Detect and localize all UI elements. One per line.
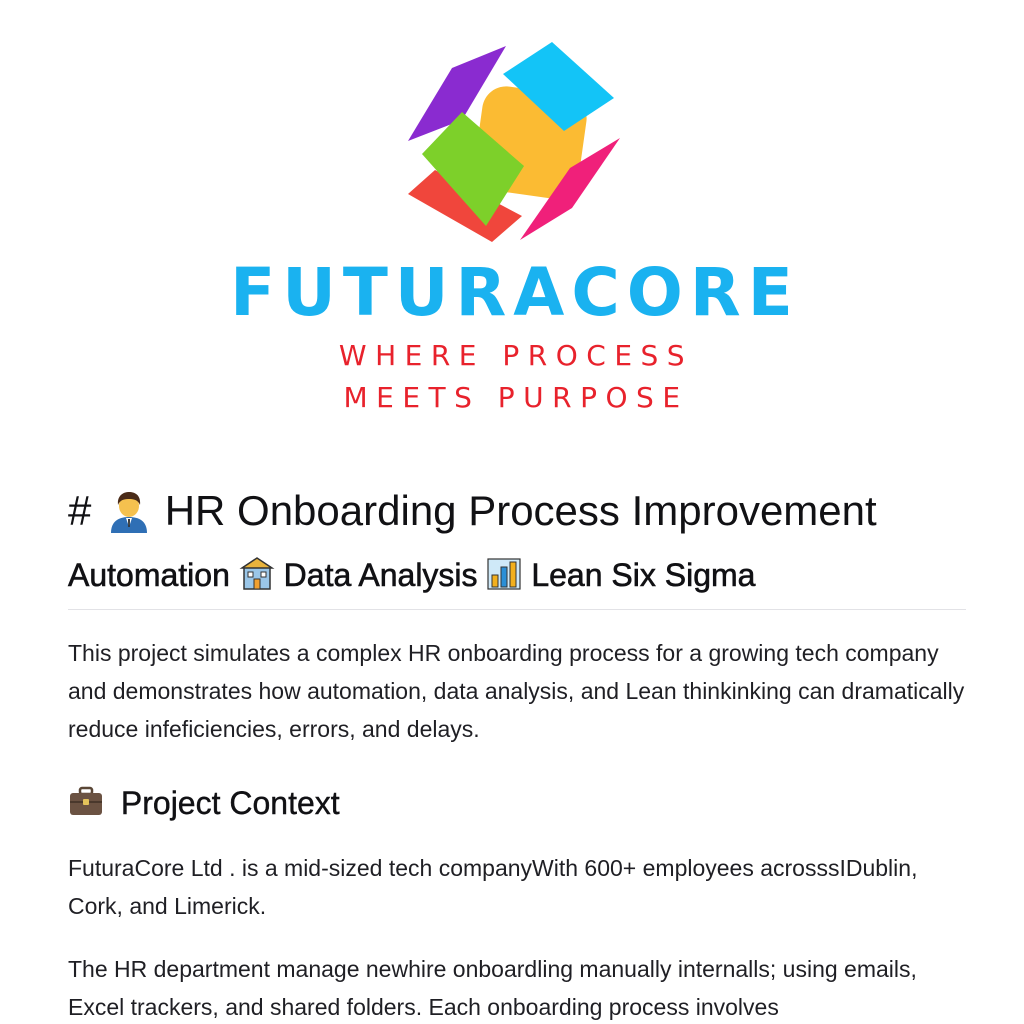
subtitle-automation: Automation [68,557,230,594]
page-subtitle: Automation Data Analysis Lean Six Sigma [68,553,968,597]
person-office-worker-icon [111,492,148,533]
building-icon [239,557,275,590]
heading-divider [68,609,966,610]
markdown-hash: # [68,487,92,534]
tagline-line-1: WHERE PROCESS [338,339,694,372]
subtitle-data-analysis: Data Analysis [283,557,478,594]
subtitle-lean-six-sigma: Lean Six Sigma [531,557,756,594]
section-heading-project-context: Project Context [68,781,968,825]
brand-wordmark: FUTURACORE [230,254,800,331]
bar-chart-icon [487,558,522,590]
intro-paragraph: This project simulates a complex HR onbo… [68,640,965,742]
tagline-line-2: MEETS PURPOSE [343,381,689,414]
briefcase-icon [70,786,102,815]
page-title: # HR Onboarding Process Improvement [68,484,968,538]
context-paragraph-1: FuturaCore Ltd . is a mid-sized tech com… [68,855,918,919]
futuracore-logo-icon [408,42,620,242]
section-heading-text: Project Context [120,785,340,821]
context-paragraph-2: The HR department manage newhire onboard… [68,956,917,1020]
page-title-text: HR Onboarding Process Improvement [164,487,877,534]
